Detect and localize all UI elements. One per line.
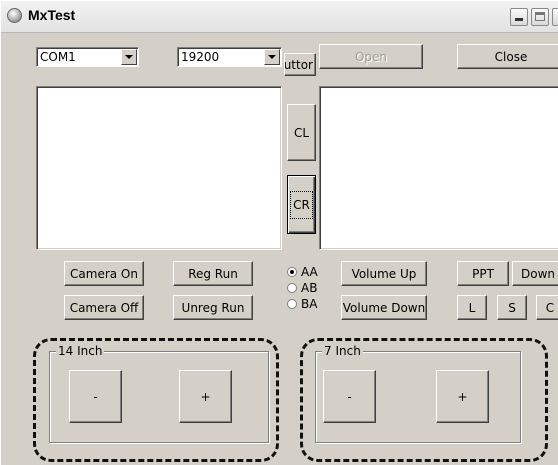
camera-off-button[interactable]: Camera Off: [64, 295, 144, 320]
radio-dot-icon: [287, 267, 297, 277]
cr-button-label: CR: [290, 190, 313, 219]
unreg-run-button[interactable]: Unreg Run: [173, 295, 253, 320]
volume-up-button[interactable]: Volume Up: [341, 261, 427, 286]
radio-ba[interactable]: BA: [287, 297, 317, 311]
radio-dot-icon: [287, 283, 297, 293]
right-text-area[interactable]: [319, 86, 558, 250]
port-select[interactable]: COM1: [36, 47, 139, 67]
s-button[interactable]: S: [497, 295, 527, 320]
reg-run-button[interactable]: Reg Run: [173, 261, 253, 286]
baud-select[interactable]: 19200: [177, 47, 282, 67]
cl-button[interactable]: CL: [287, 104, 316, 161]
app-window: MxTest COM1 19200 uttor Open Close CL CR…: [0, 0, 558, 465]
close-window-button[interactable]: [552, 8, 558, 26]
camera-on-button[interactable]: Camera On: [64, 261, 144, 286]
chevron-down-icon[interactable]: [121, 49, 137, 65]
volume-down-button[interactable]: Volume Down: [341, 295, 427, 320]
radio-dot-icon: [287, 299, 297, 309]
radio-ba-label: BA: [301, 297, 318, 311]
c-button[interactable]: C: [536, 295, 558, 320]
port-select-value: COM1: [40, 50, 76, 64]
l-button[interactable]: L: [457, 295, 487, 320]
highlight-outline-14-inch: [33, 338, 279, 462]
title-bar[interactable]: MxTest: [1, 1, 558, 33]
cr-button[interactable]: CR: [287, 175, 316, 234]
open-button[interactable]: Open: [319, 44, 423, 69]
radio-ab-label: AB: [301, 281, 318, 295]
left-text-area[interactable]: [36, 86, 282, 250]
close-button[interactable]: Close: [457, 44, 558, 69]
clipped-button[interactable]: uttor: [284, 53, 316, 76]
ppt-button[interactable]: PPT: [457, 261, 509, 286]
radio-aa-label: AA: [301, 265, 318, 279]
chevron-down-icon[interactable]: [264, 49, 280, 65]
window-title: MxTest: [28, 7, 76, 23]
app-icon: [7, 8, 22, 23]
maximize-button[interactable]: [531, 8, 549, 26]
baud-select-value: 19200: [181, 50, 220, 64]
radio-aa[interactable]: AA: [287, 265, 318, 279]
down-button[interactable]: Down: [512, 261, 558, 286]
radio-ab[interactable]: AB: [287, 281, 317, 295]
minimize-button[interactable]: [510, 8, 528, 26]
highlight-outline-7-inch: [300, 338, 548, 462]
